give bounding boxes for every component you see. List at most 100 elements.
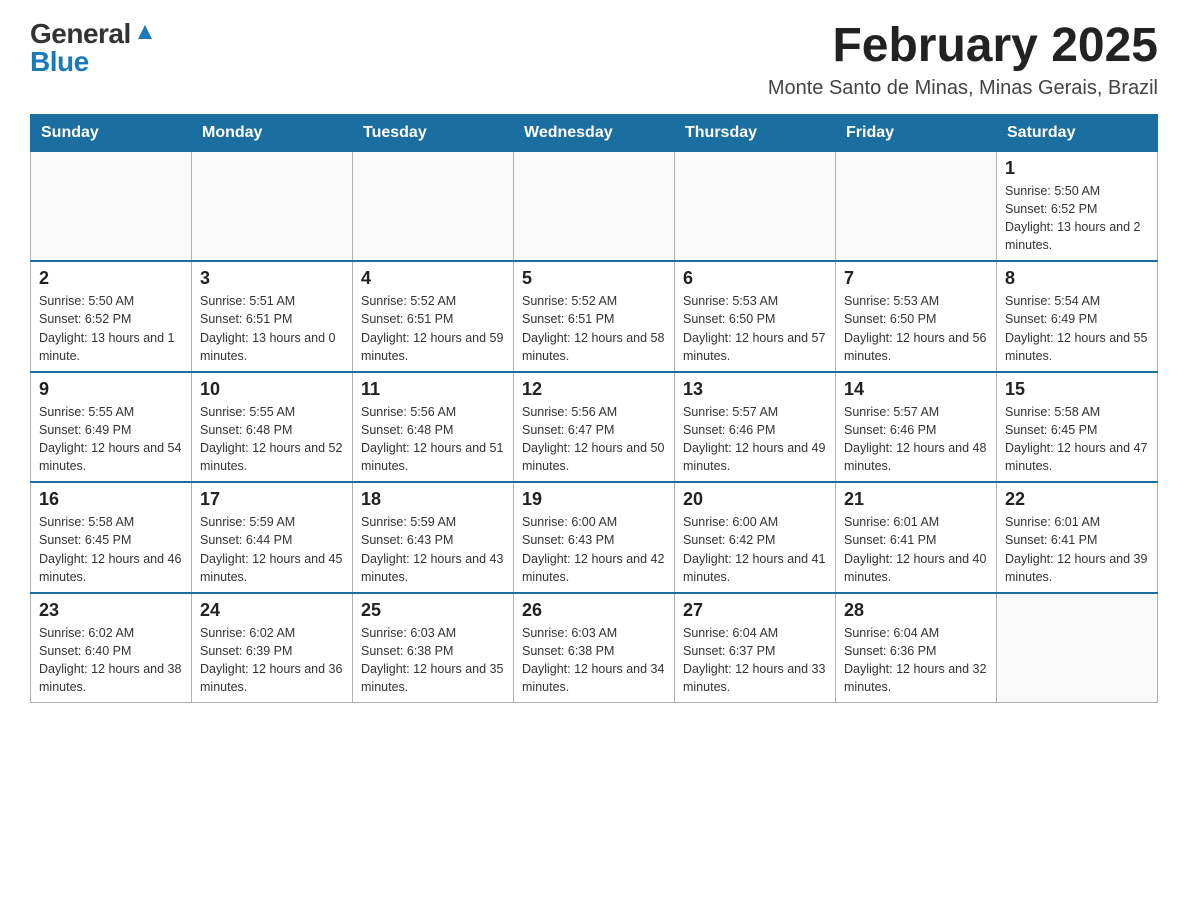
day-info: Sunrise: 6:00 AMSunset: 6:42 PMDaylight:… <box>683 513 827 586</box>
table-row: 8Sunrise: 5:54 AMSunset: 6:49 PMDaylight… <box>997 261 1158 372</box>
day-number: 16 <box>39 489 183 510</box>
day-number: 5 <box>522 268 666 289</box>
day-number: 24 <box>200 600 344 621</box>
day-number: 22 <box>1005 489 1149 510</box>
table-row: 12 Sunrise: 5:56 AMSunset: 6:47 PMDayligh… <box>514 372 675 483</box>
day-info: Sunrise: 5:50 AMSunset: 6:52 PMDaylight:… <box>1005 182 1149 255</box>
table-row: 17 Sunrise: 5:59 AMSunset: 6:44 PMDayligh… <box>192 482 353 593</box>
logo-blue: Blue <box>30 48 89 76</box>
day-info: Sunrise: 5:55 AMSunset: 6:49 PMDaylight:… <box>39 403 183 476</box>
day-number: 7 <box>844 268 988 289</box>
day-number: 27 <box>683 600 827 621</box>
day-info: Sunrise: 6:01 AMSunset: 6:41 PMDaylight:… <box>844 513 988 586</box>
day-info: Sunrise: 6:00 AMSunset: 6:43 PMDaylight:… <box>522 513 666 586</box>
table-row: 20 Sunrise: 6:00 AMSunset: 6:42 PMDayligh… <box>675 482 836 593</box>
table-row: 14Sunrise: 5:57 AMSunset: 6:46 PMDayligh… <box>836 372 997 483</box>
table-row: 21 Sunrise: 6:01 AMSunset: 6:41 PMDayligh… <box>836 482 997 593</box>
day-info: Sunrise: 5:53 AMSunset: 6:50 PMDaylight:… <box>844 292 988 365</box>
day-info: Sunrise: 5:57 AMSunset: 6:46 PMDaylight:… <box>683 403 827 476</box>
table-row: 18 Sunrise: 5:59 AMSunset: 6:43 PMDayligh… <box>353 482 514 593</box>
header-sunday: Sunday <box>31 114 192 151</box>
table-row <box>31 151 192 261</box>
calendar-header-row: Sunday Monday Tuesday Wednesday Thursday… <box>31 114 1158 151</box>
day-number: 19 <box>522 489 666 510</box>
calendar-week-row: 1Sunrise: 5:50 AMSunset: 6:52 PMDaylight… <box>31 151 1158 261</box>
day-info: Sunrise: 6:02 AMSunset: 6:40 PMDaylight:… <box>39 624 183 697</box>
table-row: 25 Sunrise: 6:03 AMSunset: 6:38 PMDayligh… <box>353 593 514 703</box>
day-number: 21 <box>844 489 988 510</box>
logo-triangle-icon <box>134 21 156 43</box>
table-row <box>836 151 997 261</box>
day-number: 4 <box>361 268 505 289</box>
table-row <box>997 593 1158 703</box>
day-info: Sunrise: 6:04 AMSunset: 6:37 PMDaylight:… <box>683 624 827 697</box>
header-tuesday: Tuesday <box>353 114 514 151</box>
logo: General Blue <box>30 20 156 76</box>
header-wednesday: Wednesday <box>514 114 675 151</box>
calendar-week-row: 2 Sunrise: 5:50 AMSunset: 6:52 PMDaylight… <box>31 261 1158 372</box>
table-row <box>192 151 353 261</box>
table-row: 13 Sunrise: 5:57 AMSunset: 6:46 PMDayligh… <box>675 372 836 483</box>
calendar-week-row: 9Sunrise: 5:55 AMSunset: 6:49 PMDaylight… <box>31 372 1158 483</box>
day-info: Sunrise: 5:50 AMSunset: 6:52 PMDaylight:… <box>39 292 183 365</box>
table-row: 4 Sunrise: 5:52 AMSunset: 6:51 PMDaylight… <box>353 261 514 372</box>
table-row <box>353 151 514 261</box>
table-row: 3 Sunrise: 5:51 AMSunset: 6:51 PMDaylight… <box>192 261 353 372</box>
table-row: 9Sunrise: 5:55 AMSunset: 6:49 PMDaylight… <box>31 372 192 483</box>
day-info: Sunrise: 5:56 AMSunset: 6:47 PMDaylight:… <box>522 403 666 476</box>
day-number: 18 <box>361 489 505 510</box>
day-info: Sunrise: 5:51 AMSunset: 6:51 PMDaylight:… <box>200 292 344 365</box>
header-saturday: Saturday <box>997 114 1158 151</box>
day-info: Sunrise: 5:58 AMSunset: 6:45 PMDaylight:… <box>39 513 183 586</box>
day-number: 23 <box>39 600 183 621</box>
table-row: 7 Sunrise: 5:53 AMSunset: 6:50 PMDaylight… <box>836 261 997 372</box>
day-info: Sunrise: 5:57 AMSunset: 6:46 PMDaylight:… <box>844 403 988 476</box>
day-number: 20 <box>683 489 827 510</box>
day-number: 17 <box>200 489 344 510</box>
day-info: Sunrise: 6:03 AMSunset: 6:38 PMDaylight:… <box>522 624 666 697</box>
table-row: 15 Sunrise: 5:58 AMSunset: 6:45 PMDayligh… <box>997 372 1158 483</box>
table-row: 11 Sunrise: 5:56 AMSunset: 6:48 PMDayligh… <box>353 372 514 483</box>
calendar-week-row: 16 Sunrise: 5:58 AMSunset: 6:45 PMDayligh… <box>31 482 1158 593</box>
day-number: 8 <box>1005 268 1149 289</box>
header-friday: Friday <box>836 114 997 151</box>
calendar-table: Sunday Monday Tuesday Wednesday Thursday… <box>30 114 1158 704</box>
table-row: 1Sunrise: 5:50 AMSunset: 6:52 PMDaylight… <box>997 151 1158 261</box>
table-row: 28 Sunrise: 6:04 AMSunset: 6:36 PMDayligh… <box>836 593 997 703</box>
day-info: Sunrise: 5:52 AMSunset: 6:51 PMDaylight:… <box>361 292 505 365</box>
day-info: Sunrise: 5:59 AMSunset: 6:44 PMDaylight:… <box>200 513 344 586</box>
page-header: General Blue February 2025 Monte Santo d… <box>30 20 1158 100</box>
day-number: 10 <box>200 379 344 400</box>
table-row: 24 Sunrise: 6:02 AMSunset: 6:39 PMDayligh… <box>192 593 353 703</box>
table-row: 23 Sunrise: 6:02 AMSunset: 6:40 PMDayligh… <box>31 593 192 703</box>
table-row <box>675 151 836 261</box>
calendar-week-row: 23 Sunrise: 6:02 AMSunset: 6:40 PMDayligh… <box>31 593 1158 703</box>
day-info: Sunrise: 5:52 AMSunset: 6:51 PMDaylight:… <box>522 292 666 365</box>
day-info: Sunrise: 5:56 AMSunset: 6:48 PMDaylight:… <box>361 403 505 476</box>
day-number: 3 <box>200 268 344 289</box>
table-row: 19 Sunrise: 6:00 AMSunset: 6:43 PMDayligh… <box>514 482 675 593</box>
day-info: Sunrise: 6:02 AMSunset: 6:39 PMDaylight:… <box>200 624 344 697</box>
day-info: Sunrise: 6:01 AMSunset: 6:41 PMDaylight:… <box>1005 513 1149 586</box>
day-number: 12 <box>522 379 666 400</box>
day-info: Sunrise: 5:53 AMSunset: 6:50 PMDaylight:… <box>683 292 827 365</box>
day-number: 6 <box>683 268 827 289</box>
table-row: 22 Sunrise: 6:01 AMSunset: 6:41 PMDayligh… <box>997 482 1158 593</box>
day-info: Sunrise: 6:03 AMSunset: 6:38 PMDaylight:… <box>361 624 505 697</box>
day-number: 28 <box>844 600 988 621</box>
day-number: 15 <box>1005 379 1149 400</box>
day-info: Sunrise: 5:58 AMSunset: 6:45 PMDaylight:… <box>1005 403 1149 476</box>
location-subtitle: Monte Santo de Minas, Minas Gerais, Braz… <box>768 77 1158 100</box>
day-info: Sunrise: 5:55 AMSunset: 6:48 PMDaylight:… <box>200 403 344 476</box>
table-row: 6 Sunrise: 5:53 AMSunset: 6:50 PMDaylight… <box>675 261 836 372</box>
day-number: 13 <box>683 379 827 400</box>
title-block: February 2025 Monte Santo de Minas, Mina… <box>768 20 1158 100</box>
logo-general: General <box>30 20 131 48</box>
day-number: 11 <box>361 379 505 400</box>
table-row: 26Sunrise: 6:03 AMSunset: 6:38 PMDayligh… <box>514 593 675 703</box>
table-row: 16 Sunrise: 5:58 AMSunset: 6:45 PMDayligh… <box>31 482 192 593</box>
day-number: 2 <box>39 268 183 289</box>
day-info: Sunrise: 5:59 AMSunset: 6:43 PMDaylight:… <box>361 513 505 586</box>
day-number: 25 <box>361 600 505 621</box>
day-info: Sunrise: 6:04 AMSunset: 6:36 PMDaylight:… <box>844 624 988 697</box>
